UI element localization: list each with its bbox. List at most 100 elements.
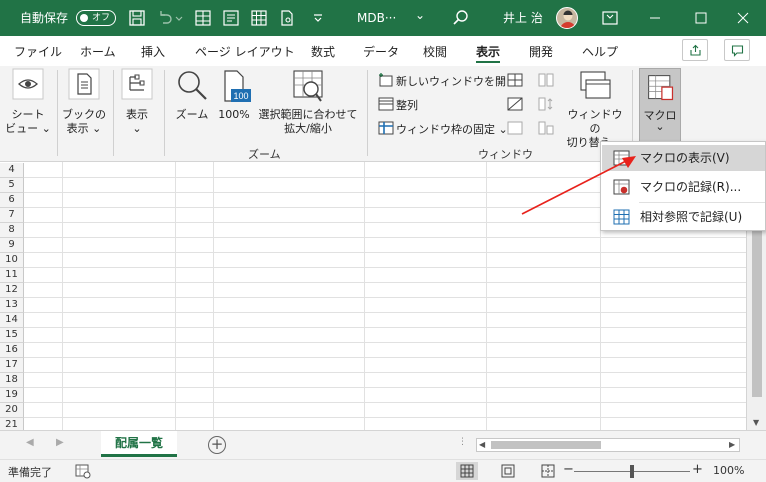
zoom-level[interactable]: 100% — [713, 464, 744, 477]
scroll-right-arrow-icon[interactable]: ▶ — [729, 440, 735, 449]
row-header[interactable]: 17 — [0, 358, 24, 373]
tab-review[interactable]: 校閲 — [423, 43, 447, 63]
freeze-panes-button[interactable]: ウィンドウ枠の固定 ⌄ — [378, 120, 508, 138]
arrange-all-button[interactable]: 整列 — [378, 96, 418, 114]
user-name[interactable]: 井上 治 — [503, 0, 543, 36]
zoom-slider-thumb[interactable] — [630, 465, 634, 478]
sheet-tab[interactable]: 配属一覧 — [101, 431, 177, 457]
file-name-caret[interactable]: ⌄ — [415, 0, 425, 33]
document-key-icon[interactable] — [278, 9, 296, 27]
page-break-preview-button[interactable] — [537, 462, 559, 480]
workbook-views-button[interactable]: ブックの 表示 ⌄ — [61, 68, 107, 136]
tab-formulas[interactable]: 数式 — [311, 43, 335, 63]
show-button[interactable]: 表示 ⌄ — [118, 68, 156, 136]
row-header[interactable]: 19 — [0, 388, 24, 403]
customize-toolbar-icon[interactable] — [312, 9, 324, 27]
eye-icon — [12, 68, 44, 100]
ribbon-display-icon[interactable] — [601, 9, 619, 27]
next-sheet-icon[interactable]: ▶ — [56, 437, 64, 448]
menu-item-label: 相対参照で記録(U) — [640, 210, 743, 224]
sheet-view-button[interactable]: シート ビュー ⌄ — [5, 68, 51, 136]
row-header[interactable]: 5 — [0, 178, 24, 193]
column-line — [486, 162, 487, 430]
row-header[interactable]: 14 — [0, 313, 24, 328]
scroll-down-arrow-icon[interactable]: ▼ — [753, 418, 759, 427]
prev-sheet-icon[interactable]: ◀ — [26, 437, 34, 448]
switch-windows-label-1: ウィンドウの — [567, 108, 623, 135]
search-icon[interactable] — [452, 9, 470, 27]
add-sheet-icon[interactable]: + — [208, 436, 226, 454]
switch-windows-button[interactable]: ウィンドウの 切り替え ⌄ — [565, 68, 625, 150]
zoom-100-button[interactable]: 100 100% — [214, 68, 254, 122]
minimize-button[interactable] — [632, 0, 678, 36]
row-header[interactable]: 8 — [0, 223, 24, 238]
split-icon[interactable] — [507, 72, 523, 91]
new-window-button[interactable]: 新しいウィンドウを開く — [378, 72, 517, 90]
row-header[interactable]: 13 — [0, 298, 24, 313]
menu-item-record-macro[interactable]: マクロの記録(R)... — [602, 174, 765, 200]
row-header[interactable]: 9 — [0, 238, 24, 253]
table-icon[interactable] — [194, 9, 212, 27]
comments-button[interactable] — [724, 39, 750, 61]
zoom-out-button[interactable]: − — [563, 462, 574, 477]
macros-button[interactable]: マクロ ⌄ — [639, 68, 681, 142]
macro-record-status-icon[interactable] — [75, 463, 91, 482]
maximize-button[interactable] — [678, 0, 724, 36]
menu-item-view-macros[interactable]: マクロの表示(V) — [602, 145, 765, 171]
horizontal-scroll-thumb[interactable] — [491, 441, 601, 449]
undo-dropdown-icon[interactable] — [174, 9, 184, 27]
grid-icon[interactable] — [250, 9, 268, 27]
save-icon[interactable] — [128, 9, 146, 27]
row-header[interactable]: 12 — [0, 283, 24, 298]
freeze-panes-label: ウィンドウ枠の固定 ⌄ — [396, 123, 508, 136]
zoom-to-selection-button[interactable]: 選択範囲に合わせて 拡大/縮小 — [256, 68, 360, 136]
scroll-left-arrow-icon[interactable]: ◀ — [479, 440, 485, 449]
tab-help[interactable]: ヘルプ — [582, 43, 618, 63]
row-header[interactable]: 20 — [0, 403, 24, 418]
share-button[interactable] — [682, 39, 708, 61]
row-header[interactable]: 7 — [0, 208, 24, 223]
autosave-toggle[interactable]: オフ — [76, 10, 116, 26]
menu-item-relative-references[interactable]: 相対参照で記録(U) — [602, 204, 765, 230]
row-header[interactable]: 10 — [0, 253, 24, 268]
row-header[interactable]: 21 — [0, 418, 24, 430]
undo-icon[interactable] — [156, 9, 174, 27]
page-layout-view-button[interactable] — [497, 462, 519, 480]
unhide-window-icon[interactable] — [507, 120, 523, 139]
menu-item-label: マクロの表示(V) — [640, 151, 730, 165]
tab-developer[interactable]: 開発 — [529, 43, 553, 63]
book-view-label-2: 表示 ⌄ — [66, 122, 102, 135]
view-side-by-side-icon[interactable] — [538, 72, 554, 91]
row-header[interactable]: 15 — [0, 328, 24, 343]
tab-data[interactable]: データ — [363, 43, 399, 63]
synchronous-scrolling-icon[interactable] — [538, 96, 554, 115]
row-header[interactable]: 6 — [0, 193, 24, 208]
row-header[interactable]: 18 — [0, 373, 24, 388]
row-header[interactable]: 4 — [0, 163, 24, 178]
form-icon[interactable] — [222, 9, 240, 27]
avatar[interactable] — [556, 7, 578, 29]
row-line — [24, 357, 746, 358]
normal-view-button[interactable] — [456, 462, 478, 480]
tab-file[interactable]: ファイル — [14, 43, 62, 63]
tab-view[interactable]: 表示 — [476, 43, 501, 63]
horizontal-scrollbar[interactable]: ◀ ▶ — [476, 438, 740, 452]
zoom-button[interactable]: ズーム — [172, 68, 212, 122]
column-line — [62, 162, 63, 430]
tab-split-handle-icon[interactable]: ⋮ — [458, 437, 467, 447]
book-view-label-1: ブックの — [62, 108, 106, 121]
close-button[interactable] — [720, 0, 766, 36]
tab-home[interactable]: ホーム — [80, 43, 116, 63]
tab-page-layout[interactable]: ページ レイアウト — [195, 43, 295, 63]
zoom-in-button[interactable]: + — [692, 462, 703, 477]
row-header[interactable]: 16 — [0, 343, 24, 358]
group-separator — [367, 70, 368, 156]
zoom-slider[interactable] — [574, 465, 690, 478]
reset-window-position-icon[interactable] — [538, 120, 554, 139]
file-name[interactable]: MDB··· — [357, 0, 396, 36]
group-separator — [57, 70, 58, 156]
hide-window-icon[interactable] — [507, 96, 523, 115]
row-line — [24, 327, 746, 328]
row-header[interactable]: 11 — [0, 268, 24, 283]
tab-insert[interactable]: 挿入 — [141, 43, 165, 63]
